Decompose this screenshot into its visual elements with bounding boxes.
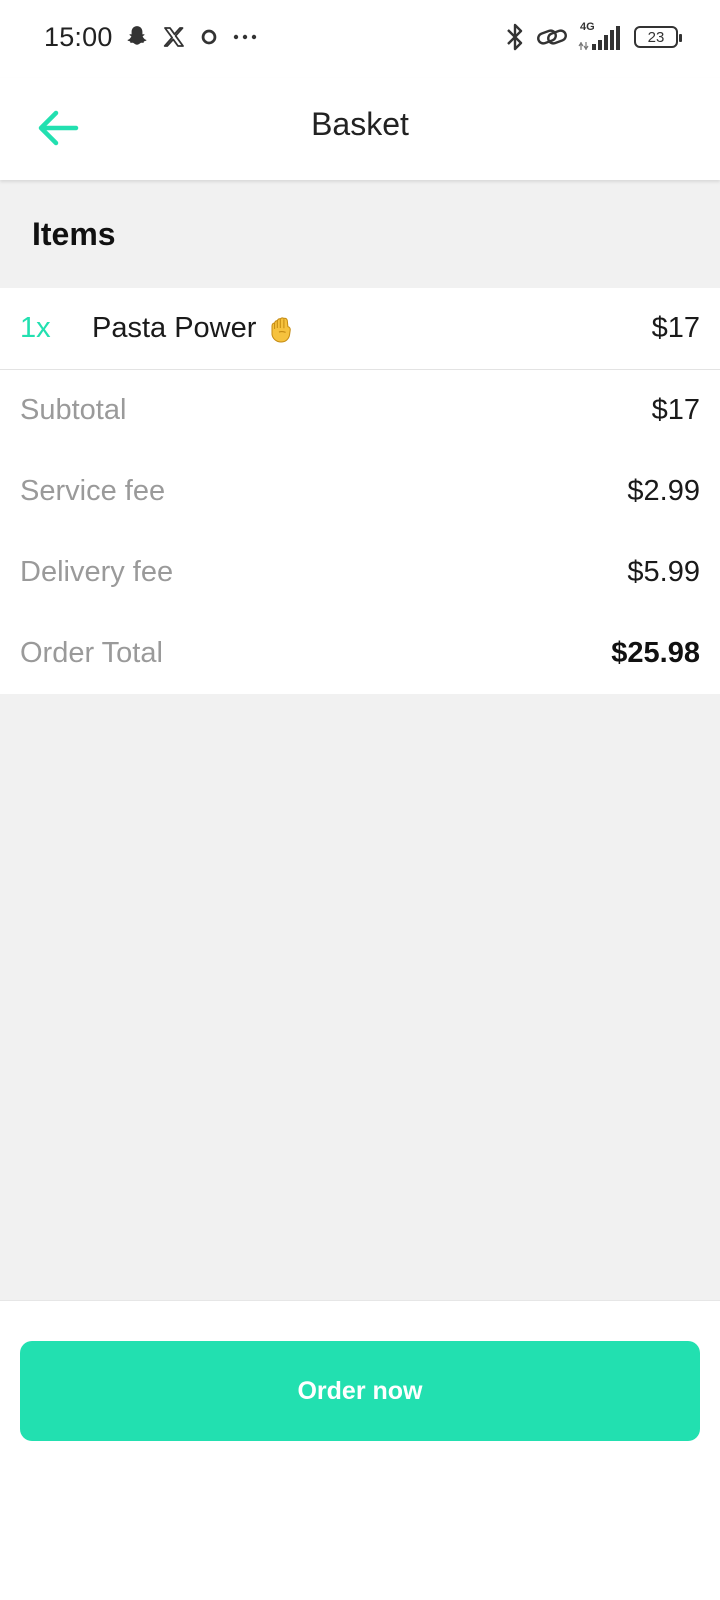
subtotal-row: Subtotal $17 xyxy=(20,370,700,451)
item-name: Pasta Power xyxy=(92,312,257,344)
order-total-label: Order Total xyxy=(20,637,163,669)
order-total-row: Order Total $25.98 xyxy=(20,613,700,694)
order-summary: Subtotal $17 Service fee $2.99 Delivery … xyxy=(0,370,720,694)
order-total-value: $25.98 xyxy=(611,637,700,669)
battery-level: 23 xyxy=(647,28,665,46)
subtotal-value: $17 xyxy=(651,394,700,426)
status-time: 15:00 xyxy=(44,22,113,52)
status-bar: 15:00 4G 23 xyxy=(0,0,720,78)
delivery-fee-value: $5.99 xyxy=(627,556,700,588)
signal-4g-icon: 4G xyxy=(578,22,624,52)
more-dots-icon xyxy=(232,32,258,42)
network-type: 4G xyxy=(580,21,595,33)
link-icon xyxy=(536,25,568,49)
x-icon xyxy=(162,25,186,49)
status-left-icons xyxy=(124,24,258,50)
bottom-panel: Order now xyxy=(0,1300,720,1600)
items-section-header: Items xyxy=(0,180,720,288)
basket-item-row[interactable]: 1x Pasta Power $17 xyxy=(0,288,720,370)
basket-content: Items 1x Pasta Power $17 Subtotal $17 Se… xyxy=(0,180,720,1300)
item-quantity: 1x xyxy=(20,312,51,344)
snapchat-icon xyxy=(124,24,150,50)
circle-icon xyxy=(198,26,220,48)
service-fee-value: $2.99 xyxy=(627,475,700,507)
service-fee-row: Service fee $2.99 xyxy=(20,451,700,532)
service-fee-label: Service fee xyxy=(20,475,166,507)
app-bar: Basket xyxy=(0,78,720,180)
battery-icon: 23 xyxy=(634,26,682,48)
page-title: Basket xyxy=(311,106,409,142)
delivery-fee-row: Delivery fee $5.99 xyxy=(20,532,700,613)
raised-fist-icon xyxy=(264,312,298,346)
status-right-icons: 4G 23 xyxy=(504,22,682,52)
item-price: $17 xyxy=(651,312,700,344)
subtotal-label: Subtotal xyxy=(20,394,127,426)
order-now-button[interactable]: Order now xyxy=(20,1341,700,1441)
bluetooth-icon xyxy=(504,22,526,52)
delivery-fee-label: Delivery fee xyxy=(20,556,174,588)
item-name-wrap: Pasta Power xyxy=(92,312,652,346)
items-section-title: Items xyxy=(32,215,116,252)
